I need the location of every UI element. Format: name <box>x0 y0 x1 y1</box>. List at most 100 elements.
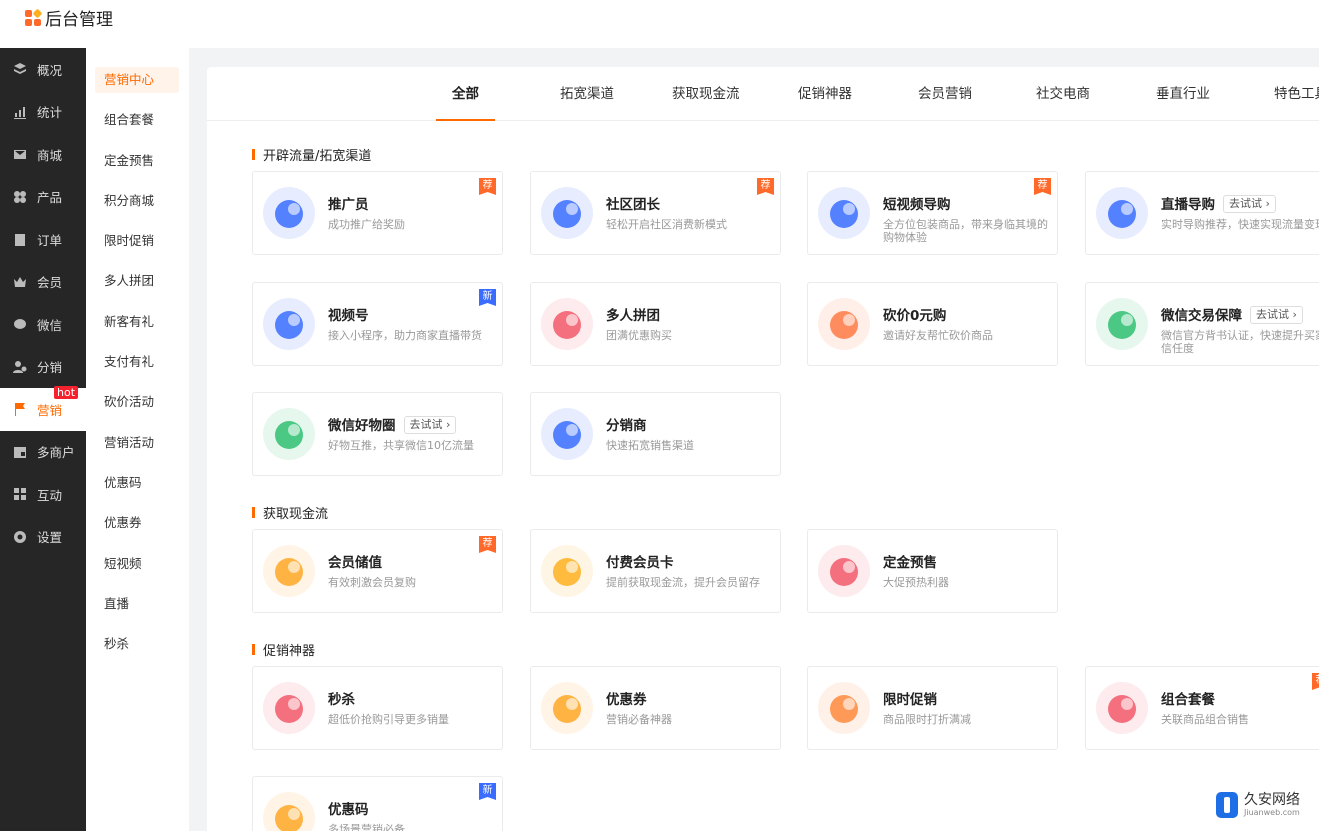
tab-2[interactable]: 获取现金流 <box>672 67 740 121</box>
tab-0[interactable]: 全部 <box>436 67 495 121</box>
card-desc: 提前获取现金流，提升会员留存 <box>606 576 760 589</box>
section-title: 开辟流量/拓宽渠道 <box>252 145 371 164</box>
sidebar-item-10[interactable]: 互动 <box>0 473 86 516</box>
card-title-text: 定金预售 <box>883 555 937 571</box>
card-title-text: 微信好物圈 <box>328 418 396 434</box>
card-title-text: 会员储值 <box>328 555 382 571</box>
card-desc: 成功推广给奖励 <box>328 218 405 231</box>
card-title: 微信好物圈 去试试 › <box>328 414 457 434</box>
card-title-text: 微信交易保障 <box>1161 308 1242 324</box>
store-icon <box>13 445 27 459</box>
coupon-icon <box>541 682 593 734</box>
sidebar-item-label: 订单 <box>37 232 63 248</box>
section-title: 促销神器 <box>252 640 315 659</box>
submenu-item-0[interactable]: 营销中心 <box>86 67 189 107</box>
tab-6[interactable]: 垂直行业 <box>1156 67 1210 121</box>
card-title-text: 优惠券 <box>606 692 647 708</box>
card-title: 组合套餐 <box>1161 688 1215 708</box>
tab-3[interactable]: 促销神器 <box>798 67 852 121</box>
sidebar-item-1[interactable]: 统计 <box>0 91 86 134</box>
submenu-item-9[interactable]: 营销活动 <box>86 430 189 470</box>
feature-card[interactable]: 会员储值 有效刺激会员复购 荐 <box>252 529 503 613</box>
sidebar-item-4[interactable]: 订单 <box>0 218 86 261</box>
sidebar-item-8[interactable]: 营销 hot <box>0 386 86 431</box>
try-button[interactable]: 去试试 › <box>1250 306 1303 324</box>
feature-card[interactable]: 限时促销 商品限时打折满减 <box>807 666 1058 750</box>
sidebar-item-7[interactable]: 分销 <box>0 346 86 389</box>
feature-card[interactable]: 秒杀 超低价抢购引导更多销量 <box>252 666 503 750</box>
submenu-item-3[interactable]: 积分商城 <box>86 188 189 228</box>
top-bar: 后台管理 <box>0 0 1319 48</box>
submenu-item-12[interactable]: 短视频 <box>86 551 189 591</box>
shield-icon <box>1096 298 1148 350</box>
sidebar-item-11[interactable]: 设置 <box>0 516 86 559</box>
feature-card[interactable]: 视频号 接入小程序，助力商家直播带货 新 <box>252 282 503 366</box>
submenu-item-14[interactable]: 秒杀 <box>86 631 189 671</box>
submenu-item-11[interactable]: 优惠券 <box>86 510 189 550</box>
submenu-item-13[interactable]: 直播 <box>86 591 189 631</box>
feature-card[interactable]: 定金预售 大促预热利器 <box>807 529 1058 613</box>
submenu-item-label: 积分商城 <box>104 192 155 208</box>
feature-card[interactable]: 直播导购 去试试 › 实时导购推荐，快速实现流量变现 <box>1085 171 1319 255</box>
card-title-text: 推广员 <box>328 197 369 213</box>
sidebar-item-label: 分销 <box>37 360 63 376</box>
sidebar-item-0[interactable]: 概况 <box>0 48 86 91</box>
sidebar-item-label: 微信 <box>37 317 63 333</box>
card-title: 优惠券 <box>606 688 647 708</box>
discount-icon <box>818 682 870 734</box>
feature-card[interactable]: 社区团长 轻松开启社区消费新模式 荐 <box>530 171 781 255</box>
sidebar-item-6[interactable]: 微信 <box>0 303 86 346</box>
feature-card[interactable]: 优惠码 多场景营销必备 新 <box>252 776 503 831</box>
logo-mark-icon <box>25 8 43 26</box>
submenu-item-1[interactable]: 组合套餐 <box>86 107 189 147</box>
feature-card[interactable]: 砍价0元购 邀请好友帮忙砍价商品 <box>807 282 1058 366</box>
submenu-item-label: 优惠码 <box>104 474 142 490</box>
card-title-text: 优惠码 <box>328 802 369 818</box>
card-title: 限时促销 <box>883 688 937 708</box>
feature-card[interactable]: 分销商 快速拓宽销售渠道 <box>530 392 781 476</box>
feature-card[interactable]: 推广员成功推广给奖励 荐 <box>252 171 503 255</box>
sidebar-item-label: 产品 <box>37 190 63 206</box>
tab-5[interactable]: 社交电商 <box>1036 67 1090 121</box>
sidebar-item-2[interactable]: 商城 <box>0 133 86 176</box>
feature-card[interactable]: 组合套餐关联商品组合销售 荐 <box>1085 666 1319 750</box>
tab-1[interactable]: 拓宽渠道 <box>560 67 614 121</box>
app-logo[interactable]: 后台管理 <box>25 5 113 30</box>
card-title-text: 分销商 <box>606 418 647 434</box>
section-title: 获取现金流 <box>252 503 328 522</box>
submenu-item-8[interactable]: 砍价活动 <box>86 389 189 429</box>
card-title: 会员储值 <box>328 551 382 571</box>
submenu-item-2[interactable]: 定金预售 <box>86 148 189 188</box>
submenu-item-7[interactable]: 支付有礼 <box>86 349 189 389</box>
submenu-item-label: 新客有礼 <box>104 313 155 329</box>
sidebar-item-3[interactable]: 产品 <box>0 176 86 219</box>
feature-card[interactable]: 多人拼团 团满优惠购买 <box>530 282 781 366</box>
sidebar-item-label: 商城 <box>37 147 63 163</box>
feature-card[interactable]: 付费会员卡 提前获取现金流，提升会员留存 <box>530 529 781 613</box>
feature-card[interactable]: 短视频导购 全方位包装商品，带来身临其境的购物体验 荐 <box>807 171 1058 255</box>
card-desc: 邀请好友帮忙砍价商品 <box>883 329 993 342</box>
submenu-item-6[interactable]: 新客有礼 <box>86 309 189 349</box>
try-button[interactable]: 去试试 › <box>1223 195 1276 213</box>
grid2-icon <box>13 487 27 501</box>
submenu-item-5[interactable]: 多人拼团 <box>86 268 189 308</box>
flash-sale-icon <box>263 682 315 734</box>
submenu-item-10[interactable]: 优惠码 <box>86 470 189 510</box>
sidebar-item-5[interactable]: 会员 <box>0 261 86 304</box>
try-button[interactable]: 去试试 › <box>403 416 457 434</box>
feature-card[interactable]: 微信交易保障 去试试 › 微信官方背书认证，快速提升买家信任度 <box>1085 282 1319 366</box>
feature-card[interactable]: 微信好物圈 去试试 › 好物互推，共享微信10亿流量 <box>252 392 503 476</box>
tab-4[interactable]: 会员营销 <box>918 67 972 121</box>
submenu-item-label: 秒杀 <box>104 636 130 652</box>
submenu-item-label: 定金预售 <box>104 152 155 168</box>
submenu-item-label: 多人拼团 <box>104 273 155 289</box>
feature-card[interactable]: 优惠券 营销必备神器 <box>530 666 781 750</box>
tab-7[interactable]: 特色工具 <box>1274 67 1319 121</box>
submenu-item-label: 优惠券 <box>104 515 142 531</box>
card-badge: 荐 <box>479 178 496 195</box>
sidebar-item-label: 概况 <box>37 62 63 78</box>
sidebar-item-9[interactable]: 多商户 <box>0 431 86 474</box>
watermark-logo-icon <box>1216 792 1238 818</box>
submenu-item-4[interactable]: 限时促销 <box>86 228 189 268</box>
card-title: 优惠码 <box>328 798 369 818</box>
